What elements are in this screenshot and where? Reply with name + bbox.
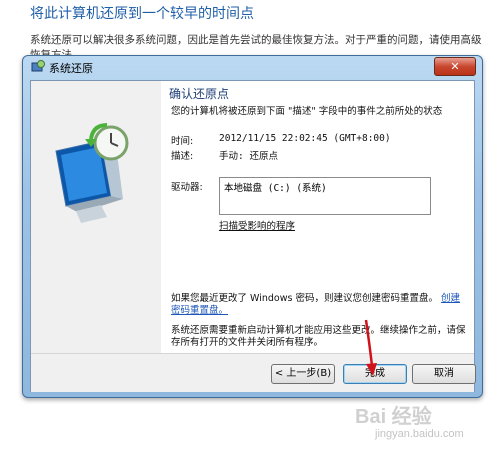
close-button[interactable]: ✕ (434, 57, 476, 76)
window-title: 系统还原 (49, 62, 93, 75)
baidu-watermark-url: jingyan.baidu.com (375, 428, 464, 440)
restore-description: 您的计算机将被还原到下面 "描述" 字段中的事件之前所处的状态 (171, 106, 443, 117)
time-value: 2012/11/15 22:02:45 (GMT+8:00) (219, 133, 391, 144)
restart-warning: 系统还原需要重新启动计算机才能应用这些更改。继续操作之前，请保存所有打开的文件并… (171, 325, 466, 348)
content-panel: 确认还原点 您的计算机将被还原到下面 "描述" 字段中的事件之前所处的状态 时间… (161, 81, 474, 353)
drive-item[interactable]: 本地磁盘 (C:) (系统) (224, 183, 327, 194)
illustration-panel (31, 81, 159, 353)
baidu-watermark: Bai 经验 (355, 406, 432, 428)
drives-label: 驱动器: (171, 182, 203, 193)
page-title: 将此计算机还原到一个较早的时间点 (30, 6, 254, 22)
system-restore-icon (31, 60, 45, 72)
title-bar[interactable]: 系统还原 ✕ (23, 56, 482, 78)
back-button[interactable]: < 上一步(B) (271, 364, 335, 384)
drives-list[interactable]: 本地磁盘 (C:) (系统) (219, 177, 431, 215)
scan-affected-programs-link[interactable]: 扫描受影响的程序 (219, 221, 295, 233)
button-bar: < 上一步(B) 完成 取消 (31, 353, 476, 392)
password-paragraph: 如果您最近更改了 Windows 密码，则建议您创建密码重置盘。 创建密码重置盘… (171, 293, 467, 317)
red-arrow-annotation (364, 319, 377, 376)
restore-computer-icon (55, 123, 129, 223)
description-label: 描述: (171, 151, 194, 162)
system-restore-window: 系统还原 ✕ 确认还原点 您的计算机将被还原到下面 "描述" 字段中的事件之前所… (22, 55, 483, 398)
dialog-client: 确认还原点 您的计算机将被还原到下面 "描述" 字段中的事件之前所处的状态 时间… (30, 80, 476, 392)
password-text: 如果您最近更改了 Windows 密码，则建议您创建密码重置盘。 (171, 293, 438, 304)
time-label: 时间: (171, 136, 194, 147)
description-value: 手动: 还原点 (219, 151, 278, 162)
confirm-heading: 确认还原点 (169, 87, 230, 101)
cancel-button[interactable]: 取消 (412, 364, 476, 384)
